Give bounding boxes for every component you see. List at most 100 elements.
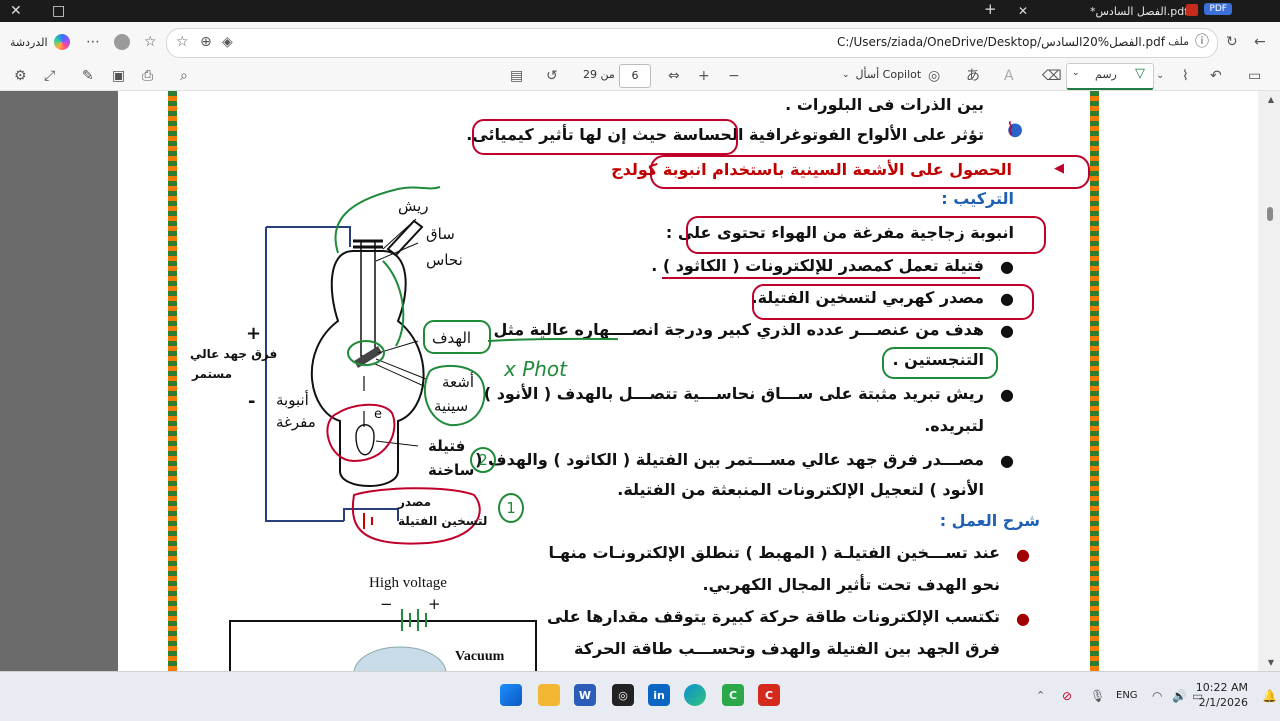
scroll-down-icon[interactable]: ▼ <box>1268 658 1274 667</box>
text-line-cooling: لتبريده. <box>924 416 984 435</box>
word-icon[interactable]: W <box>574 684 596 706</box>
restore-icon[interactable]: □ <box>52 3 65 19</box>
zoom-out-icon[interactable]: − <box>728 68 740 84</box>
start-icon[interactable] <box>500 684 522 706</box>
notifications-icon[interactable]: 🔔 <box>1262 688 1277 704</box>
label-xrays-2: سينية <box>434 397 469 415</box>
highlight-dropdown-icon[interactable]: ⌄ <box>1156 68 1164 84</box>
profile-avatar[interactable] <box>114 34 130 50</box>
page-border-right <box>1090 91 1099 671</box>
settings-icon[interactable]: ⚙ <box>14 68 27 84</box>
bullet-op2: ● <box>1016 609 1030 628</box>
undo-icon[interactable]: ↶ <box>1210 68 1222 84</box>
draw-dropdown-icon: ⌄ <box>1072 68 1080 78</box>
chat-button[interactable]: الدردشة <box>10 34 70 50</box>
read-aloud-icon[interactable]: ◈ <box>222 34 233 50</box>
draw-label: رسم <box>1095 68 1117 81</box>
pdf-viewer[interactable]: بين الذرات فى البلورات . ● تؤثر على الأل… <box>0 91 1280 671</box>
clock[interactable]: 10:22 AM 2/1/2026 <box>1196 680 1248 710</box>
address-bar-row: الدردشة ⋯ ☆ ☆ ⊕ ◈ C:/Users/ziada/OneDriv… <box>0 22 1280 63</box>
dropdown-chevron-icon: ⌄ <box>842 69 850 80</box>
camtasia-red-icon[interactable]: C <box>758 684 780 706</box>
favorites-icon[interactable]: ☆ <box>144 34 157 50</box>
close-icon[interactable]: ✕ <box>10 3 22 19</box>
label-heater-1: مصدر <box>398 495 432 509</box>
handwriting-xphot: x Phot <box>504 357 568 381</box>
label-plus: + <box>246 323 262 344</box>
rotate-icon[interactable]: ↺ <box>546 68 558 84</box>
text-line-1: بين الذرات فى البلورات . <box>785 95 984 114</box>
microphone-icon[interactable]: 🎙 <box>1090 688 1105 704</box>
handwriting-circle-1: 1 <box>498 493 524 523</box>
fit-width-icon[interactable]: ⇔ <box>668 68 680 84</box>
label-heater-2: لتسخين الفتيلة <box>398 514 488 528</box>
edge-icon[interactable] <box>684 684 706 706</box>
camtasia-green-icon[interactable]: C <box>722 684 744 706</box>
language-indicator[interactable]: ENG <box>1116 690 1138 701</box>
tab-close-icon[interactable]: ✕ <box>1018 3 1028 19</box>
copilot-small-icon[interactable]: ◎ <box>928 68 940 84</box>
annotation-red-box-heater <box>752 284 1034 320</box>
label-target: الهدف <box>432 329 472 347</box>
more-icon[interactable]: ⋯ <box>86 34 100 50</box>
text-line-filament: فتيلة تعمل كمصدر للإلكترونات ( الكاثود )… <box>651 256 984 275</box>
tray-network-icon[interactable]: ⊘ <box>1062 688 1072 704</box>
active-tab[interactable]: *الفصل السادس.pdf <box>1090 0 1188 22</box>
chatgpt-icon[interactable]: ◎ <box>612 684 634 706</box>
pdf-badge: PDF <box>1204 3 1232 15</box>
annotation-red-box-heading <box>650 155 1090 189</box>
volume-icon[interactable]: 🔊 <box>1172 688 1187 704</box>
annotation-red-underline-filament <box>662 277 980 279</box>
fullscreen-icon[interactable]: ⤢ <box>44 68 55 84</box>
back-icon[interactable]: ← <box>1254 34 1266 50</box>
label-tube-2: مفرغة <box>276 413 316 431</box>
file-explorer-icon[interactable] <box>538 684 560 706</box>
text-icon[interactable]: A <box>1004 68 1014 84</box>
new-tab-icon[interactable]: + <box>984 0 997 18</box>
page-view-icon[interactable]: ▤ <box>510 68 523 84</box>
linkedin-icon[interactable]: in <box>648 684 670 706</box>
annotation-red-scribble: ⌇ <box>1006 119 1015 140</box>
clock-date: 2/1/2026 <box>1198 696 1248 709</box>
label-filament-2: ساخنة <box>428 461 475 479</box>
bullet-target: ● <box>1000 321 1014 340</box>
tray-chevron-icon[interactable]: ⌃ <box>1036 688 1045 704</box>
save-icon[interactable]: ▣ <box>112 68 125 84</box>
label-electron: e <box>374 407 382 422</box>
edit-icon[interactable]: ✎ <box>82 68 94 84</box>
label-filament-1: فتيلة <box>428 437 466 455</box>
bullet-filament: ● <box>1000 257 1014 276</box>
draw-button[interactable]: ⌄ رسم ▽ <box>1066 63 1154 90</box>
label-feather: ريش <box>398 197 429 215</box>
wifi-icon[interactable]: ◠ <box>1152 688 1162 704</box>
sidebar-icon[interactable]: ▭ <box>1248 68 1261 84</box>
vertical-scrollbar[interactable]: ▲ ▼ <box>1258 91 1280 671</box>
label-voltage-1: فرق جهد عالي <box>190 347 278 361</box>
label-minus: - <box>248 391 256 412</box>
label-copper: نحاس <box>426 251 463 269</box>
annotation-green-box-tungsten <box>882 347 998 379</box>
info-icon[interactable]: ⓘ <box>1195 34 1209 50</box>
zoom-in-icon[interactable]: + <box>698 68 710 84</box>
ask-copilot-button[interactable]: ⌄ أسأل Copilot <box>842 68 921 81</box>
label-high-voltage: High voltage <box>369 575 447 591</box>
section-heading-structure: التركيب : <box>941 189 1014 208</box>
scrollbar-thumb[interactable] <box>1267 207 1273 221</box>
label-voltage-2: مستمر <box>192 367 233 381</box>
address-box[interactable]: ☆ ⊕ ◈ C:/Users/ziada/OneDrive/Desktop/ال… <box>166 28 1218 58</box>
search-icon[interactable]: ⌕ <box>180 68 188 84</box>
label-xrays-1: أشعة <box>442 373 475 391</box>
translate-icon[interactable]: あ <box>966 68 980 84</box>
page-number-input[interactable]: 6 <box>619 64 651 88</box>
highlight-icon[interactable]: ⌇ <box>1182 68 1189 84</box>
section-heading-operation: شرح العمل : <box>939 511 1040 530</box>
favorite-star-icon[interactable]: ☆ <box>176 34 189 50</box>
eraser-icon[interactable]: ⌫ <box>1042 68 1062 84</box>
print-icon[interactable]: ⎙ <box>142 68 153 84</box>
pdf-file-icon <box>1186 4 1198 16</box>
refresh-icon[interactable]: ↻ <box>1226 34 1238 50</box>
scroll-up-icon[interactable]: ▲ <box>1268 95 1274 104</box>
pdf-page: بين الذرات فى البلورات . ● تؤثر على الأل… <box>118 91 1258 671</box>
zoom-icon[interactable]: ⊕ <box>200 34 212 50</box>
annotation-red-box-1 <box>472 119 738 155</box>
